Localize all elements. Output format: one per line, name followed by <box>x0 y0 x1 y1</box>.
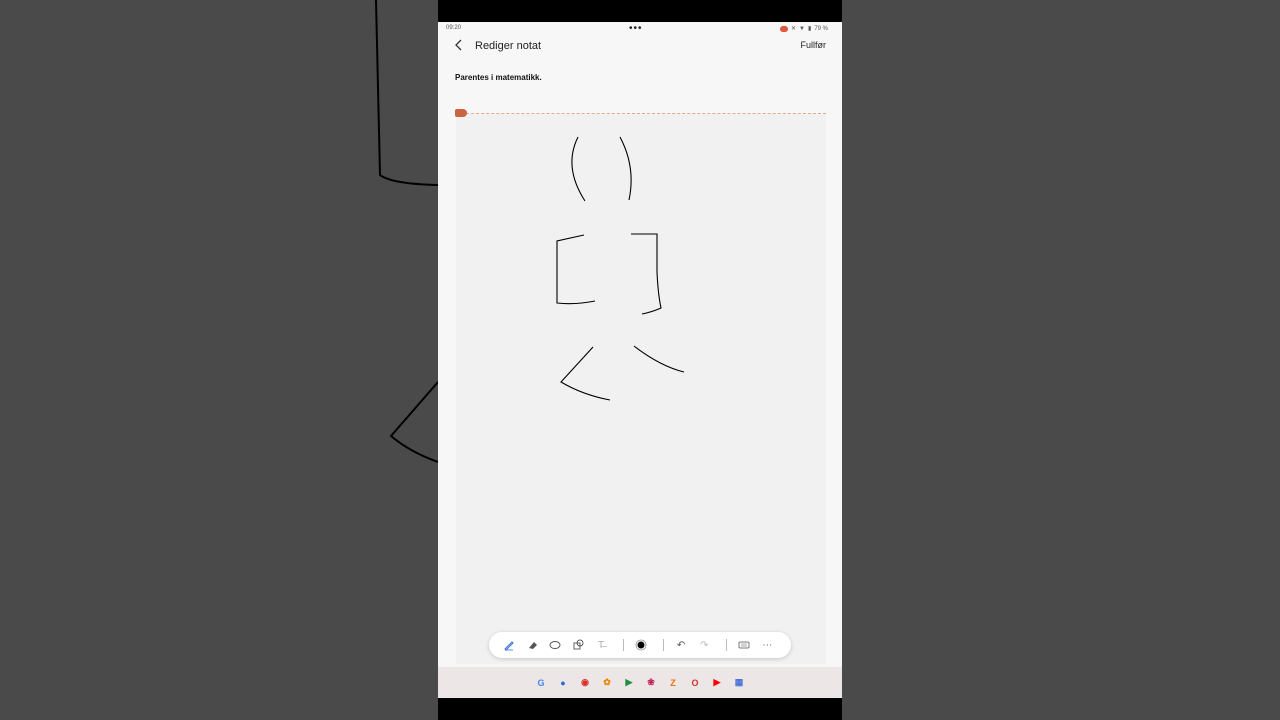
youtube-icon[interactable]: ▶ <box>710 676 724 690</box>
battery-level: 79 % <box>814 25 828 32</box>
toolbar-divider <box>622 639 624 651</box>
photos-icon[interactable]: ✿ <box>600 676 614 690</box>
toolbar-divider <box>662 639 664 651</box>
page-guide-handle[interactable] <box>455 109 467 117</box>
gallery-icon[interactable]: ❀ <box>644 676 658 690</box>
status-bar: 09:20 ••• ✕ ▼ ▮ 79 % <box>438 22 842 36</box>
messages-icon[interactable]: ● <box>556 676 570 690</box>
taskbar-dock: G ● ◉ ✿ ▶ ❀ Z O ▶ ▦ <box>438 667 842 698</box>
recording-icon <box>780 25 789 32</box>
note-editor-screen: 09:20 ••• ✕ ▼ ▮ 79 % Rediger notat Fullf… <box>438 22 842 698</box>
multiwindow-handle[interactable]: ••• <box>629 23 643 34</box>
wifi-icon: ▼ <box>799 25 805 32</box>
keyboard-icon[interactable] <box>735 635 754 655</box>
mute-icon: ✕ <box>791 26 797 32</box>
app-bar: Rediger notat Fullfør <box>438 36 842 56</box>
drawing-canvas[interactable] <box>456 114 826 664</box>
opera-icon[interactable]: O <box>688 676 702 690</box>
notes-icon[interactable]: Z <box>666 676 680 690</box>
pen-toolbar: T̶ ↶ ↷ ⋯ <box>489 632 791 658</box>
app-drawer-icon[interactable]: ▦ <box>732 676 746 690</box>
done-button[interactable]: Fullfør <box>801 40 827 50</box>
shapes-icon[interactable] <box>568 635 587 655</box>
play-store-icon[interactable]: ▶ <box>622 676 636 690</box>
more-icon[interactable]: ⋯ <box>758 635 777 655</box>
pen-icon[interactable] <box>499 635 518 655</box>
text-format-icon[interactable]: T̶ <box>591 635 610 655</box>
toolbar-divider <box>725 639 727 651</box>
status-icons: ✕ ▼ ▮ 79 % <box>780 25 828 32</box>
google-icon[interactable]: G <box>534 676 548 690</box>
note-title[interactable]: Parentes i matematikk. <box>455 73 542 82</box>
redo-icon[interactable]: ↷ <box>695 635 714 655</box>
chrome-icon[interactable]: ◉ <box>578 676 592 690</box>
tablet-device: 09:20 ••• ✕ ▼ ▮ 79 % Rediger notat Fullf… <box>438 0 842 720</box>
back-icon[interactable] <box>452 38 466 52</box>
page-title: Rediger notat <box>475 40 542 52</box>
status-time: 09:20 <box>446 25 462 31</box>
undo-icon[interactable]: ↶ <box>672 635 691 655</box>
eraser-icon[interactable] <box>522 635 541 655</box>
page-guide-line <box>456 113 826 114</box>
lasso-icon[interactable] <box>545 635 564 655</box>
battery-icon: ▮ <box>808 26 812 32</box>
color-swatch[interactable] <box>632 635 651 655</box>
